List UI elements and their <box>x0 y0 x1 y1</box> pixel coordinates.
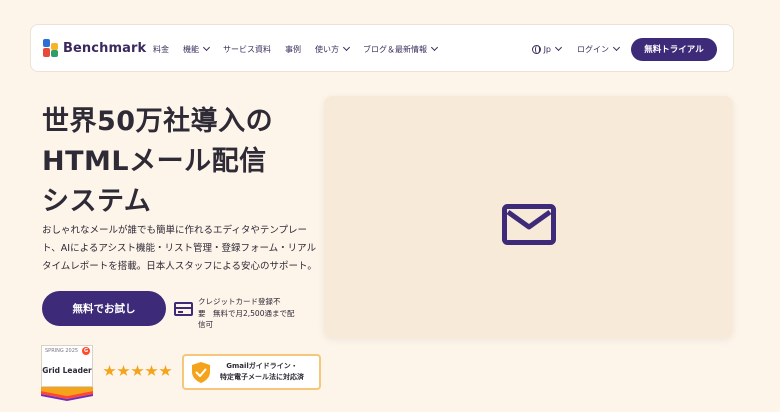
chevron-down-icon <box>612 43 621 52</box>
nav-item-label: 料金 <box>153 44 169 54</box>
nav-item-service-docs[interactable]: サービス資料 <box>223 44 271 55</box>
brand-logo[interactable]: Benchmark <box>43 39 146 57</box>
gmail-line: 特定電子メール法に対応済 <box>220 373 304 381</box>
nav-item-label: サービス資料 <box>223 44 271 54</box>
gmail-compliance-text: Gmailガイドライン・ 特定電子メール法に対応済 <box>220 361 304 383</box>
no-credit-card-note: クレジットカード登録不 要 無料で月2,500通まで配 信可 <box>174 296 302 331</box>
brand-name: Benchmark <box>63 40 147 56</box>
card-note-text: クレジットカード登録不 要 無料で月2,500通まで配 信可 <box>198 296 302 331</box>
nav-item-label: 機能 <box>183 44 199 54</box>
gmail-compliance-badge: Gmailガイドライン・ 特定電子メール法に対応済 <box>182 354 321 390</box>
card-note-line: クレジットカード登録不 <box>198 297 281 306</box>
credit-card-icon <box>174 302 193 316</box>
main-menu: 料金 機能 サービス資料 事例 使い方 ブログ＆最新情報 <box>153 25 451 73</box>
top-navbar: Benchmark 料金 機能 サービス資料 事例 使い方 ブログ＆最新情報 J… <box>30 24 734 72</box>
nav-item-label: 事例 <box>285 44 301 54</box>
chevron-down-icon <box>342 43 351 52</box>
language-label: Jp <box>543 44 551 54</box>
nav-item-case-studies[interactable]: 事例 <box>285 44 301 55</box>
free-trial-cta-button[interactable]: 無料でお試し <box>42 291 166 326</box>
g2-badge-icon: SPRING 2025 G Grid Leader <box>41 345 93 401</box>
nav-item-features[interactable]: 機能 <box>183 43 211 55</box>
card-note-line: 要 無料で月2,500通まで配 <box>198 308 295 318</box>
star-icon <box>131 365 144 376</box>
star-icon <box>159 365 172 376</box>
free-trial-button[interactable]: 無料トライアル <box>631 37 717 61</box>
chevron-down-icon <box>430 43 439 52</box>
language-selector[interactable]: Jp <box>531 43 563 54</box>
nav-item-how-to[interactable]: 使い方 <box>315 43 351 55</box>
g2-logo: G <box>82 347 90 355</box>
nav-item-blog[interactable]: ブログ＆最新情報 <box>363 43 439 55</box>
g2-season: SPRING 2025 G <box>41 345 93 355</box>
login-menu[interactable]: ログイン <box>577 43 621 55</box>
star-icon <box>145 365 158 376</box>
headline-line: 世界50万社導入の <box>42 106 274 137</box>
rating-stars <box>103 365 173 377</box>
hero-headline: 世界50万社導入の HTMLメール配信 システム <box>42 102 273 222</box>
chevron-down-icon <box>202 43 211 52</box>
description-line: タイムレポートを搭載。日本人スタッフによる安心のサポート。 <box>42 261 317 272</box>
hero-description: おしゃれなメールが誰でも簡単に作れるエディタやテンプレー ト、AIによるアシスト… <box>42 222 320 276</box>
headline-line: HTMLメール配信 <box>42 146 267 177</box>
g2-title: Grid Leader <box>41 355 93 387</box>
star-icon <box>103 365 116 376</box>
globe-icon <box>531 44 541 54</box>
star-icon <box>117 365 130 376</box>
g2-season-label: SPRING 2025 <box>45 347 79 354</box>
benchmark-logo-icon <box>43 39 59 57</box>
card-note-line: 信可 <box>198 320 213 329</box>
description-line: ト、AIによるアシスト機能・リスト管理・登録フォーム・リアル <box>42 243 317 254</box>
shield-check-icon <box>192 361 210 383</box>
nav-item-pricing[interactable]: 料金 <box>153 44 169 55</box>
nav-item-label: ブログ＆最新情報 <box>363 44 427 54</box>
nav-right: Jp ログイン 無料トライアル <box>531 25 717 73</box>
headline-line: システム <box>42 186 152 217</box>
g2-ribbon <box>41 387 93 401</box>
gmail-line: Gmailガイドライン・ <box>226 362 298 370</box>
login-label: ログイン <box>577 44 609 54</box>
chevron-down-icon <box>554 43 563 52</box>
description-line: おしゃれなメールが誰でも簡単に作れるエディタやテンプレー <box>42 225 308 236</box>
nav-item-label: 使い方 <box>315 44 339 54</box>
mail-icon <box>502 204 556 245</box>
